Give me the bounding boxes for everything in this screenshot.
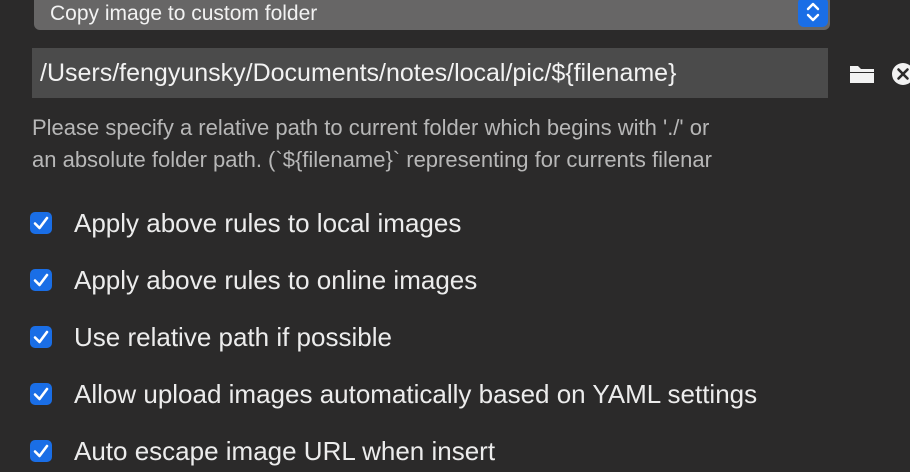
option-local-images[interactable]: Apply above rules to local images <box>30 206 461 240</box>
custom-folder-path-input[interactable] <box>32 48 828 98</box>
clear-circle-icon[interactable] <box>891 62 910 86</box>
option-label: Allow upload images automatically based … <box>74 378 758 409</box>
folder-icon[interactable] <box>848 60 876 86</box>
option-escape-url[interactable]: Auto escape image URL when insert <box>30 434 495 468</box>
help-line-2: an absolute folder path. (`${filename}` … <box>32 147 712 172</box>
checkbox-checked-icon[interactable] <box>30 440 52 462</box>
option-label: Auto escape image URL when insert <box>74 435 496 466</box>
checkbox-checked-icon[interactable] <box>30 212 52 234</box>
option-yaml-upload[interactable]: Allow upload images automatically based … <box>30 377 757 411</box>
up-down-chevron-icon[interactable] <box>798 0 828 27</box>
path-help-text: Please specify a relative path to curren… <box>32 112 910 176</box>
checkbox-checked-icon[interactable] <box>30 326 52 348</box>
help-line-1: Please specify a relative path to curren… <box>32 115 710 140</box>
image-settings-panel: Copy image to custom folder Please speci… <box>0 0 910 472</box>
checkbox-checked-icon[interactable] <box>30 383 52 405</box>
image-action-select[interactable]: Copy image to custom folder <box>34 0 830 30</box>
select-value: Copy image to custom folder <box>50 2 318 25</box>
option-relative-path[interactable]: Use relative path if possible <box>30 320 392 354</box>
checkbox-checked-icon[interactable] <box>30 269 52 291</box>
option-label: Use relative path if possible <box>74 321 392 352</box>
option-label: Apply above rules to local images <box>74 207 462 238</box>
option-online-images[interactable]: Apply above rules to online images <box>30 263 477 297</box>
option-label: Apply above rules to online images <box>74 264 478 295</box>
